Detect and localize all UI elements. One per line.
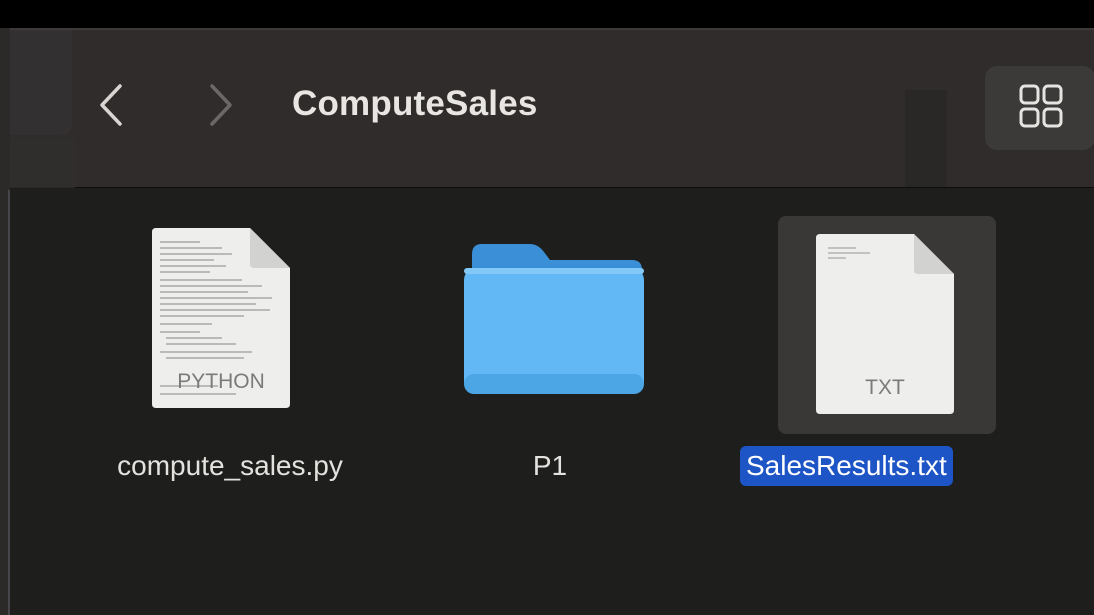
toolbar-backdrop [10,138,75,188]
menu-bar-strip [0,0,1094,28]
finder-window: ComputeSales PYTHON compute_sales.py P1 … [10,28,1094,615]
toolbar-backdrop [905,90,947,187]
chevron-right-icon [210,84,232,126]
python-file-icon: PYTHON [152,228,292,413]
file-grid: PYTHON compute_sales.py P1 TXT SalesResu… [10,186,1094,615]
file-item-compute-sales[interactable]: PYTHON compute_sales.py [60,216,400,516]
file-item-p1-folder[interactable]: P1 [450,216,650,516]
icon-grid-view-icon [1019,84,1063,128]
txt-file-icon: TXT [816,234,956,419]
file-name-label[interactable]: P1 [450,446,650,486]
file-name-label[interactable]: compute_sales.py [60,446,400,486]
folder-icon [464,244,644,399]
toolbar-backdrop [10,30,72,135]
svg-text:PYTHON: PYTHON [177,370,265,393]
window-title: ComputeSales [292,84,538,123]
svg-text:TXT: TXT [865,376,905,399]
file-name-label-selected[interactable]: SalesResults.txt [740,446,953,486]
view-mode-button[interactable] [985,66,1094,150]
chevron-left-icon [100,84,122,126]
file-item-sales-results[interactable]: TXT SalesResults.txt [740,216,1078,516]
back-button[interactable] [92,80,132,130]
toolbar: ComputeSales [10,28,1094,188]
forward-button[interactable] [200,80,240,130]
